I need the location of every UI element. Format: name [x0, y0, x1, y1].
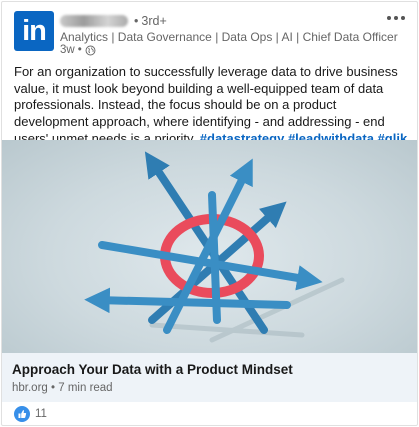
post-time: 3w: [60, 44, 75, 56]
article-image[interactable]: [2, 140, 417, 353]
article-domain: hbr.org: [12, 382, 48, 394]
arrows-ring-illustration: [84, 151, 345, 343]
more-horizontal-icon[interactable]: [385, 13, 407, 23]
article-source: hbr.org • 7 min read: [12, 382, 113, 394]
post-text: For an organization to successfully leve…: [14, 64, 409, 148]
article-title[interactable]: Approach Your Data with a Product Mindse…: [12, 362, 293, 377]
reactions-summary[interactable]: 11: [14, 406, 47, 422]
reaction-count[interactable]: 11: [35, 408, 47, 420]
degree-separator: •: [134, 13, 139, 28]
connection-degree-label: 3rd+: [141, 13, 167, 28]
feed-post-card: in • 3rd+ Analytics | Data Governance | D…: [1, 1, 418, 426]
post-meta: 3w •: [60, 44, 96, 56]
connection-degree: • 3rd+: [134, 14, 167, 28]
meta-separator: •: [77, 44, 82, 56]
article-read-time: 7 min read: [58, 382, 113, 394]
author-row: • 3rd+: [60, 12, 167, 29]
author-headline: Analytics | Data Governance | Data Ops |…: [60, 30, 398, 44]
article-separator: •: [51, 382, 56, 394]
author-name-blurred[interactable]: [60, 14, 128, 27]
like-icon: [14, 406, 30, 422]
globe-icon: [85, 45, 96, 55]
article-link-preview[interactable]: Approach Your Data with a Product Mindse…: [2, 353, 417, 402]
company-logo[interactable]: in: [14, 11, 54, 51]
